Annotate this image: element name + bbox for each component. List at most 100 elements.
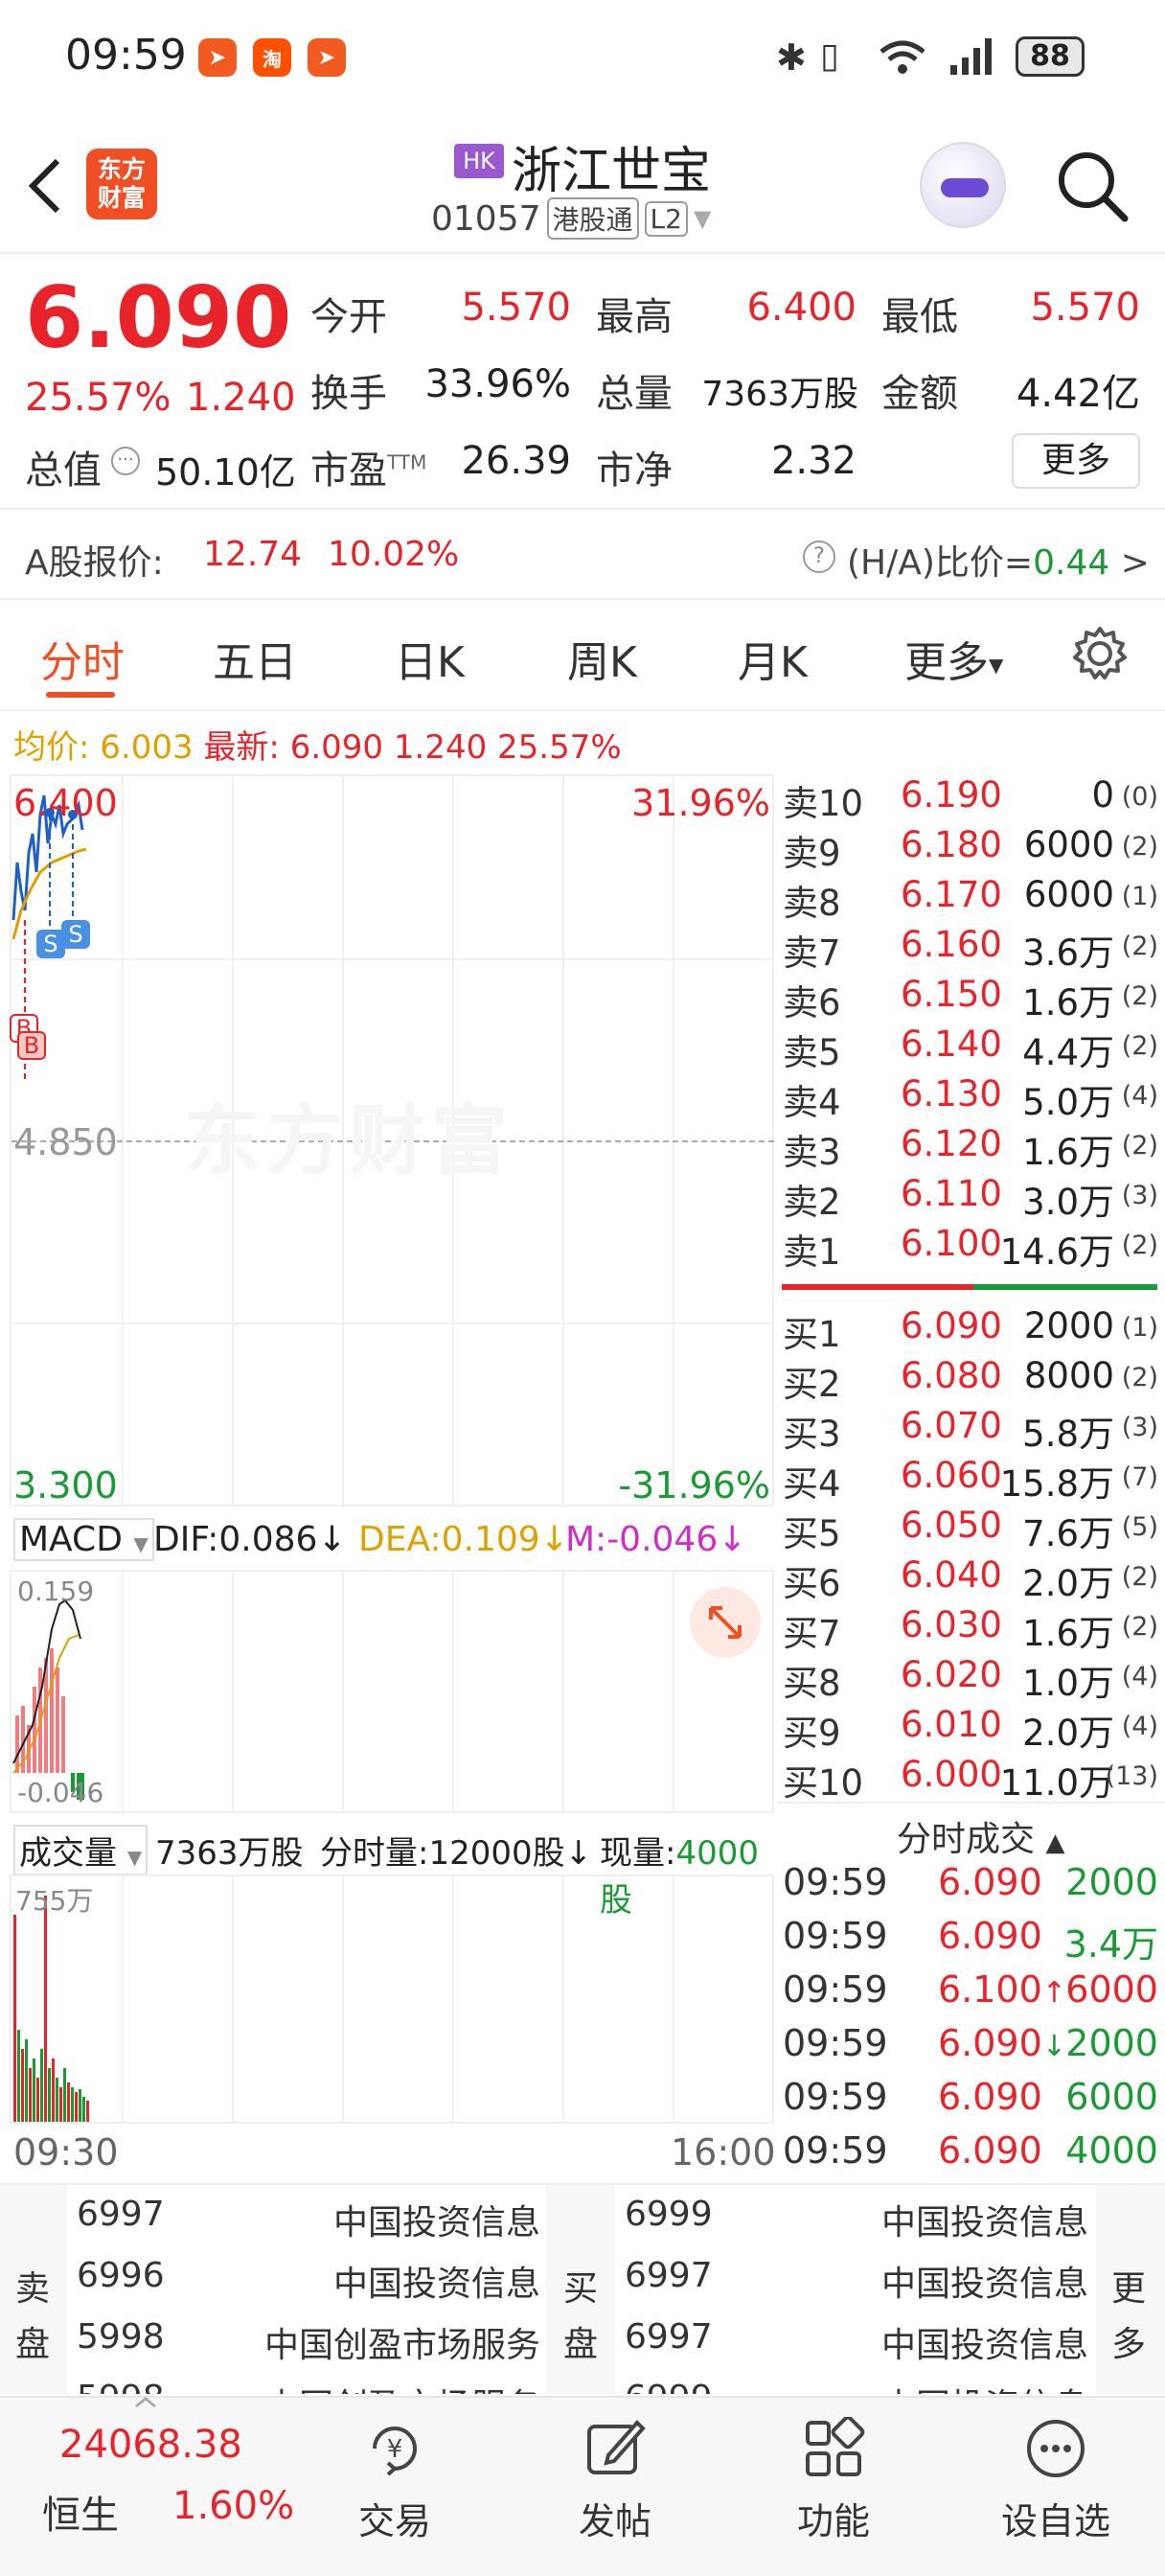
- tab-weekly-k[interactable]: 周K: [567, 628, 637, 689]
- back-icon[interactable]: [23, 155, 65, 217]
- bid-row[interactable]: 买1 6.090 2000 (1): [781, 1305, 1164, 1355]
- ask-row[interactable]: 卖1 6.100 14.6万 (2): [781, 1223, 1164, 1273]
- intraday-price-chart[interactable]: 东方财富 B B S S 6.400 4.850 3.300 31.96% -3…: [10, 774, 774, 1506]
- change-pct: 25.57%: [25, 376, 171, 420]
- ask-row[interactable]: 卖3 6.120 1.6万 (2): [781, 1123, 1164, 1173]
- ashare-price: 12.74: [203, 535, 303, 574]
- nav-post-label: 发帖: [578, 2500, 651, 2542]
- ask-row[interactable]: 卖7 6.160 3.6万 (2): [781, 924, 1164, 974]
- open-label: 今开: [310, 295, 387, 339]
- ask-row[interactable]: 卖10 6.190 0 (0): [781, 774, 1164, 824]
- level-tag: L2: [644, 200, 688, 237]
- trade-volume: 2000: [1065, 2022, 1158, 2064]
- order-cnt: (4): [1121, 1712, 1158, 1741]
- bid-row[interactable]: 买7 6.030 1.6万 (2): [781, 1604, 1164, 1654]
- time-end: 16:00: [671, 2131, 776, 2174]
- market-badge: HK: [454, 144, 504, 178]
- order-vol: 7.6万: [1022, 1513, 1114, 1554]
- ha-ratio[interactable]: (H/A)比价=0.44 >: [847, 535, 1150, 585]
- macd-chart[interactable]: 0.159 -0.046: [10, 1570, 774, 1813]
- broker-name[interactable]: 中国投资信息: [333, 2195, 540, 2244]
- tab-more[interactable]: 更多▼: [904, 628, 1003, 689]
- broker-name[interactable]: 中国创盈市场服务: [264, 2379, 540, 2394]
- more-brokers-button[interactable]: 更多: [1111, 2262, 1146, 2373]
- search-icon[interactable]: [1054, 148, 1131, 224]
- bid-row[interactable]: 买5 6.050 7.6万 (5): [781, 1505, 1164, 1554]
- bid-row[interactable]: 买10 6.000 11.0万 (13): [781, 1754, 1164, 1804]
- ask-row[interactable]: 卖4 6.130 5.0万 (4): [781, 1073, 1164, 1123]
- volume-selector[interactable]: 成交量 ▼: [13, 1825, 148, 1875]
- ask-row[interactable]: 卖2 6.110 3.0万 (3): [781, 1173, 1164, 1223]
- broker-name[interactable]: 中国创盈市场服务: [264, 2317, 540, 2367]
- bid-row[interactable]: 买2 6.080 8000 (2): [781, 1355, 1164, 1405]
- broker-id[interactable]: 6999: [625, 2195, 713, 2234]
- dropdown-icon[interactable]: ▼: [694, 205, 711, 232]
- ask-row[interactable]: 卖8 6.170 6000 (1): [781, 874, 1164, 924]
- tab-daily-k[interactable]: 日K: [395, 628, 465, 689]
- nav-add-watchlist[interactable]: 设自选: [989, 2417, 1123, 2544]
- order-vol: 1.6万: [1022, 982, 1114, 1024]
- ask-bar: [782, 1284, 973, 1290]
- app-logo[interactable]: 东方财富: [86, 149, 157, 219]
- bid-row[interactable]: 买9 6.010 2.0万 (4): [781, 1704, 1164, 1754]
- low-value: 5.570: [1030, 286, 1140, 330]
- order-price: 6.110: [901, 1173, 1002, 1214]
- index-name[interactable]: 恒生: [42, 2484, 119, 2540]
- order-label: 买4: [783, 1463, 841, 1505]
- y-axis-top: 6.400: [13, 782, 118, 824]
- order-vol: 2.0万: [1022, 1713, 1114, 1754]
- expand-icon[interactable]: [690, 1587, 761, 1658]
- order-cnt: (2): [1121, 1031, 1158, 1061]
- tab-monthly-k[interactable]: 月K: [738, 628, 808, 689]
- ashare-pct: 10.02%: [328, 535, 460, 574]
- bid-row[interactable]: 买8 6.020 1.0万 (4): [781, 1654, 1164, 1704]
- ask-row[interactable]: 卖5 6.140 4.4万 (2): [781, 1024, 1164, 1073]
- order-label: 买10: [783, 1762, 864, 1804]
- nav-post[interactable]: 发帖: [548, 2417, 682, 2544]
- order-price: 6.030: [901, 1604, 1002, 1645]
- trades-title[interactable]: 分时成交 ▲: [897, 1811, 1064, 1861]
- tab-intraday[interactable]: 分时: [40, 628, 125, 689]
- broker-id[interactable]: 5998: [77, 2379, 165, 2394]
- mktcap-label: 总值: [25, 448, 102, 493]
- more-quote-button[interactable]: 更多: [1012, 433, 1140, 489]
- broker-name[interactable]: 中国投资信息: [333, 2256, 540, 2306]
- broker-id[interactable]: 5998: [77, 2317, 165, 2357]
- macd-plot: [12, 1598, 84, 1800]
- broker-id[interactable]: 6999: [625, 2379, 713, 2394]
- bid-row[interactable]: 买3 6.070 5.8万 (3): [781, 1405, 1164, 1455]
- broker-name[interactable]: 中国投资信息: [881, 2256, 1088, 2306]
- broker-id[interactable]: 6997: [77, 2195, 165, 2234]
- broker-id[interactable]: 6996: [77, 2256, 165, 2295]
- signal-icon: [950, 38, 992, 75]
- ask-row[interactable]: 卖6 6.150 1.6万 (2): [781, 974, 1164, 1024]
- pull-up-handle-icon[interactable]: [134, 2394, 157, 2408]
- nav-trade[interactable]: ¥ 交易: [328, 2417, 462, 2544]
- bid-row[interactable]: 买6 6.040 2.0万 (2): [781, 1554, 1164, 1604]
- broker-name[interactable]: 中国投资信息: [881, 2317, 1088, 2367]
- broker-name[interactable]: 中国投资信息: [881, 2379, 1088, 2394]
- buy-marker[interactable]: B: [17, 1031, 46, 1060]
- ask-row[interactable]: 卖9 6.180 6000 (2): [781, 824, 1164, 874]
- settings-gear-icon[interactable]: [1071, 625, 1129, 682]
- broker-name[interactable]: 中国投资信息: [881, 2195, 1088, 2244]
- turnover-label: 换手: [310, 372, 387, 416]
- volume-chart[interactable]: 755万: [10, 1874, 774, 2124]
- broker-id[interactable]: 6997: [625, 2256, 713, 2295]
- help-icon[interactable]: ?: [803, 540, 835, 573]
- index-value[interactable]: 24068.38: [59, 2423, 242, 2467]
- tab-five-day[interactable]: 五日: [213, 628, 297, 689]
- bid-row[interactable]: 买4 6.060 15.8万 (7): [781, 1455, 1164, 1505]
- broker-id[interactable]: 6997: [625, 2317, 713, 2357]
- robot-assistant-icon[interactable]: [920, 142, 1006, 228]
- info-dots-icon[interactable]: ···: [111, 447, 140, 475]
- order-vol: 3.6万: [1022, 932, 1114, 974]
- index-pct[interactable]: 1.60%: [172, 2484, 294, 2528]
- sell-marker[interactable]: S: [61, 920, 90, 949]
- order-vol: 11.0万: [999, 1762, 1114, 1804]
- macd-selector[interactable]: MACD ▼: [13, 1518, 154, 1561]
- order-cnt: (2): [1121, 981, 1158, 1011]
- order-vol: 1.0万: [1022, 1663, 1114, 1704]
- order-price: 6.070: [901, 1405, 1002, 1446]
- nav-functions[interactable]: 功能: [766, 2415, 901, 2544]
